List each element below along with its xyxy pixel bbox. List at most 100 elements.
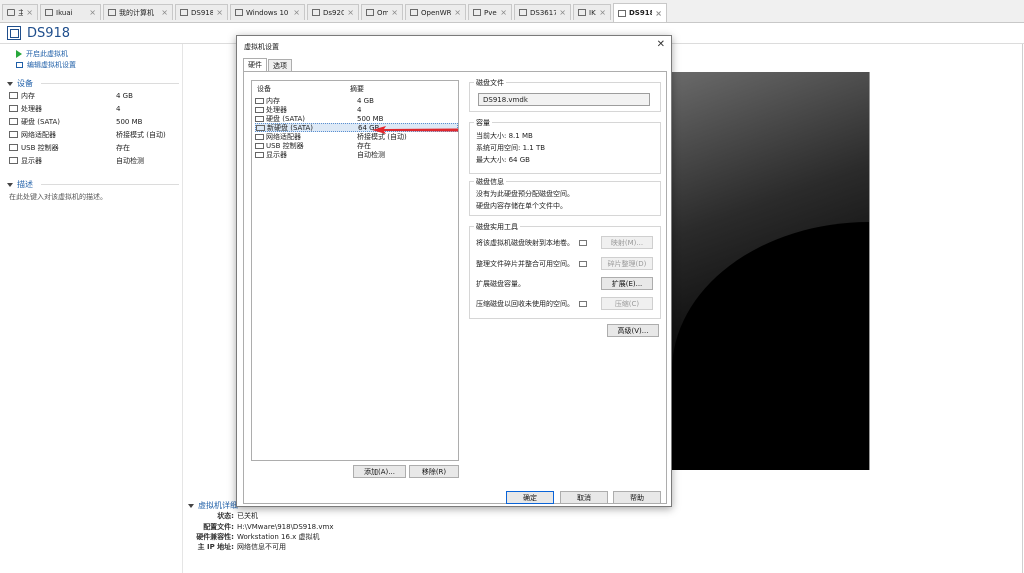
device-list-header: 设备 摘要 xyxy=(257,84,452,94)
remove-device-button[interactable]: 移除(R) xyxy=(409,465,459,478)
tab-home[interactable]: 主页× xyxy=(2,4,38,20)
home-icon xyxy=(7,9,15,16)
device-value: 桥接模式 (自动) xyxy=(116,130,166,139)
disk-file-field[interactable]: DS918.vmdk xyxy=(478,93,650,106)
vm-icon xyxy=(45,9,53,16)
device-name: 显示器 xyxy=(266,150,287,159)
divider xyxy=(1022,44,1023,573)
devices-section-header[interactable]: 设备 xyxy=(7,78,179,89)
device-row-network[interactable]: 网络适配器 桥接模式 (自动) xyxy=(7,128,179,141)
tab-pve[interactable]: Pve × xyxy=(468,4,512,20)
memory-icon xyxy=(255,97,264,104)
display-icon xyxy=(255,151,264,158)
vm-icon xyxy=(180,9,188,16)
device-row-disk[interactable]: 硬盘 (SATA) 500 MB xyxy=(7,115,179,128)
disk-icon xyxy=(255,115,264,122)
description-field[interactable]: 在此处键入对该虚拟机的描述。 xyxy=(9,192,179,202)
utility-text: 整理文件碎片并整合可用空间。 xyxy=(476,259,574,268)
defrag-button[interactable]: 碎片整理(D) xyxy=(601,257,653,270)
vm-icon xyxy=(410,9,418,16)
help-button[interactable]: 帮助 xyxy=(613,491,661,504)
red-arrow-annotation xyxy=(372,126,458,134)
dialog-title: 虚拟机设置 xyxy=(244,43,279,51)
expand-button[interactable]: 扩展(E)... xyxy=(601,277,653,290)
device-name: 显示器 xyxy=(21,156,42,165)
tab-label: Windows 10 xyxy=(246,8,289,17)
tab-label: IK xyxy=(589,8,596,17)
add-device-button[interactable]: 添加(A)... xyxy=(353,465,406,478)
chevron-down-icon xyxy=(188,503,194,508)
tab-hardware[interactable]: 硬件 xyxy=(243,58,267,72)
info-icon xyxy=(579,260,587,267)
device-value: 4 xyxy=(116,104,121,113)
device-list[interactable]: 设备 摘要 内存 4 GB 处理器 4 硬盘 (SATA) 500 MB 新硬盘 (S… xyxy=(251,80,459,461)
tab-label: Ikuai xyxy=(56,8,73,17)
description-header: 描述 xyxy=(17,180,33,189)
map-button[interactable]: 映射(M)... xyxy=(601,236,653,249)
tab-ds920[interactable]: Ds920 × xyxy=(307,4,359,20)
device-value: 自动检测 xyxy=(116,156,144,165)
compact-button[interactable]: 压缩(C) xyxy=(601,297,653,310)
close-icon[interactable]: × xyxy=(454,8,461,17)
vm-name: DS918 xyxy=(27,25,71,41)
tab-ds918-a[interactable]: DS918 × xyxy=(175,4,228,20)
device-summary: 4 xyxy=(357,105,362,114)
close-icon[interactable]: × xyxy=(26,8,33,17)
tab-openwrt[interactable]: OpenWRT× xyxy=(405,4,466,20)
tab-windows-10[interactable]: Windows 10 × xyxy=(230,4,305,20)
detail-row-state: 状态: 已关机 xyxy=(160,511,420,521)
device-name: 网络适配器 xyxy=(21,130,56,139)
group-title: 磁盘实用工具 xyxy=(474,222,520,232)
edit-settings-link[interactable]: 编辑虚拟机设置 xyxy=(16,59,179,70)
disk-utilities-group: 磁盘实用工具 将该虚拟机磁盘映射到本地卷。 映射(M)... 整理文件碎片并整合… xyxy=(469,222,661,319)
vm-settings-dialog: 虚拟机设置 ✕ 硬件 选项 设备 摘要 内存 4 GB 处理器 4 硬盘 (SATA… xyxy=(236,35,672,507)
advanced-button[interactable]: 高级(V)... xyxy=(607,324,659,337)
group-title: 容量 xyxy=(474,118,492,128)
device-row-cpu[interactable]: 处理器 4 xyxy=(7,102,179,115)
tab-ds3617[interactable]: DS3617 × xyxy=(514,4,571,20)
device-row-memory[interactable]: 内存 4 GB xyxy=(7,89,179,102)
tab-my-computer[interactable]: 我的计算机 × xyxy=(103,4,173,20)
info-icon xyxy=(579,300,587,307)
close-icon[interactable]: × xyxy=(89,8,96,17)
disk-file-group: 磁盘文件 DS918.vmdk xyxy=(469,78,661,112)
close-icon[interactable]: × xyxy=(559,8,566,17)
close-icon[interactable]: × xyxy=(500,8,507,17)
vm-details-header[interactable]: 虚拟机详细 xyxy=(188,500,238,511)
close-icon[interactable]: × xyxy=(599,8,606,17)
tab-ikuai[interactable]: Ikuai × xyxy=(40,4,101,20)
ok-button[interactable]: 确定 xyxy=(506,491,554,504)
power-on-link[interactable]: 开启此虚拟机 xyxy=(16,48,179,59)
vm-icon xyxy=(366,9,374,16)
vm-preview-screen[interactable] xyxy=(672,72,869,470)
group-title: 磁盘文件 xyxy=(474,78,506,88)
tab-omv[interactable]: Omv× xyxy=(361,4,403,20)
vm-details-title: 虚拟机详细 xyxy=(198,501,238,510)
tab-label: Pve xyxy=(484,8,497,17)
memory-icon xyxy=(9,92,18,99)
cancel-button[interactable]: 取消 xyxy=(560,491,608,504)
device-row-display[interactable]: 显示器 自动检测 xyxy=(7,154,179,167)
detail-key: 状态: xyxy=(217,512,234,520)
close-icon[interactable]: × xyxy=(347,8,354,17)
vm-summary-panel: 开启此虚拟机 编辑虚拟机设置 设备 内存 4 GB 处理器 4 硬盘 (SATA) 5… xyxy=(7,48,179,202)
device-list-row[interactable]: 显示器 自动检测 xyxy=(255,150,458,159)
tab-ds918-active[interactable]: DS918 × xyxy=(613,3,667,22)
close-icon[interactable]: ✕ xyxy=(657,39,665,50)
tab-label: DS3617 xyxy=(530,8,557,17)
close-icon[interactable]: × xyxy=(391,8,398,17)
capacity-group: 容量 当前大小: 8.1 MB 系统可用空间: 1.1 TB 最大大小: 64 … xyxy=(469,118,661,174)
detail-value: 已关机 xyxy=(237,512,258,520)
close-icon[interactable]: × xyxy=(216,8,223,17)
description-section-header[interactable]: 描述 xyxy=(7,179,179,190)
vm-icon xyxy=(7,26,21,40)
tab-ik[interactable]: IK × xyxy=(573,4,611,20)
close-icon[interactable]: × xyxy=(293,8,300,17)
computer-icon xyxy=(108,9,116,16)
display-icon xyxy=(9,157,18,164)
disk-info-line: 没有为此硬盘预分配磁盘空间。 xyxy=(476,190,574,198)
close-icon[interactable]: × xyxy=(655,9,662,18)
tab-label: DS918 xyxy=(191,8,214,17)
device-row-usb[interactable]: USB 控制器 存在 xyxy=(7,141,179,154)
close-icon[interactable]: × xyxy=(161,8,168,17)
